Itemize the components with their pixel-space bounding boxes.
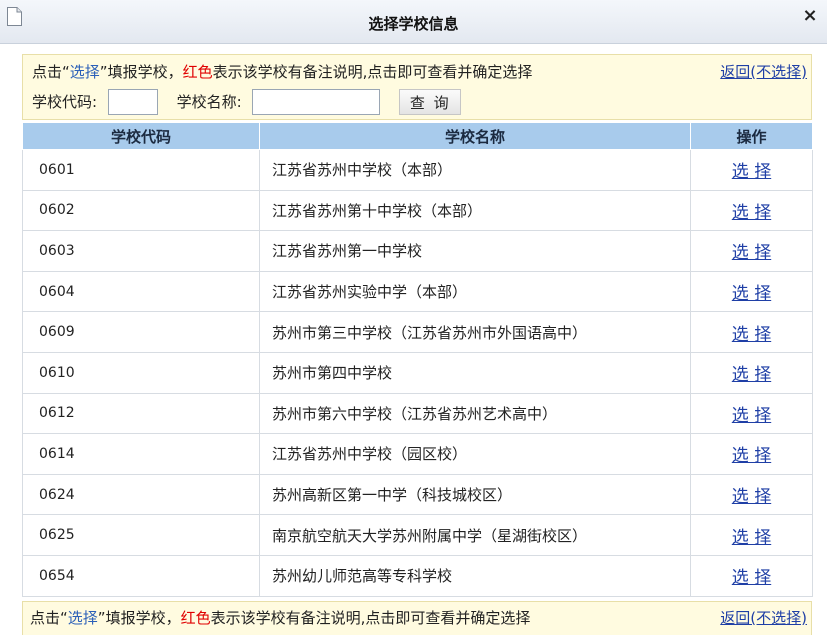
select-link[interactable]: 选 择 [732, 528, 771, 548]
table-row: 0625 南京航空航天大学苏州附属中学（星湖街校区） 选 择 [22, 514, 813, 556]
school-name-cell: 苏州幼儿师范高等专科学校 [259, 554, 691, 597]
table-row: 0601 江苏省苏州中学校（本部） 选 择 [22, 149, 813, 191]
select-link[interactable]: 选 择 [732, 487, 771, 507]
dialog-titlebar: 选择学校信息 × [0, 0, 827, 44]
school-code-cell: 0603 [22, 230, 260, 272]
notice-part: 点击“ [32, 63, 70, 81]
dialog-title: 选择学校信息 [368, 15, 459, 33]
select-link[interactable]: 选 择 [732, 284, 771, 304]
header-action: 操作 [690, 122, 813, 150]
close-icon[interactable]: × [801, 7, 819, 25]
notice-part: ”填报学校， [99, 63, 183, 81]
action-cell: 选 择 [690, 514, 813, 556]
action-cell: 选 择 [690, 392, 813, 435]
school-code-cell: 0625 [22, 514, 260, 556]
search-row: 学校代码: 学校名称: 查 询 [32, 89, 462, 115]
table-row: 0610 苏州市第四中学校 选 择 [22, 351, 813, 394]
school-code-cell: 0654 [22, 554, 260, 597]
notice-panel-bottom: 点击“选择”填报学校，红色表示该学校有备注说明,点击即可查看并确定选择 返回(不… [22, 601, 812, 635]
notice-choose-word: 选择 [67, 609, 98, 627]
school-code-cell: 0609 [22, 311, 260, 353]
header-school-code: 学校代码 [22, 122, 260, 150]
select-link[interactable]: 选 择 [732, 325, 771, 345]
select-link[interactable]: 选 择 [732, 568, 771, 588]
back-no-select-link[interactable]: 返回(不选择) [720, 607, 807, 628]
school-name-cell: 苏州市第六中学校（江苏省苏州艺术高中） [259, 392, 691, 435]
notice-part: 表示该学校有备注说明,点击即可查看并确定选择 [210, 609, 531, 627]
school-name-cell: 江苏省苏州第十中学校（本部） [259, 189, 691, 232]
school-code-cell: 0614 [22, 433, 260, 475]
action-cell: 选 择 [690, 311, 813, 353]
school-name-cell: 苏州高新区第一中学（科技城校区） [259, 473, 691, 516]
school-table: 学校代码 学校名称 操作 0601 江苏省苏州中学校（本部）选 择 0602 江苏省苏… [22, 122, 813, 597]
table-row: 0624 苏州高新区第一中学（科技城校区） 选 择 [22, 473, 813, 516]
select-link[interactable]: 选 择 [732, 162, 771, 182]
notice-panel-top: 点击“选择”填报学校，红色表示该学校有备注说明,点击即可查看并确定选择 返回(不… [22, 54, 812, 120]
table-row: 0614 江苏省苏州中学校（园区校） 选 择 [22, 433, 813, 475]
action-cell: 选 择 [690, 473, 813, 516]
action-cell: 选 择 [690, 230, 813, 272]
table-header-row: 学校代码 学校名称 操作 [22, 122, 813, 150]
school-name-cell: 江苏省苏州实验中学（本部） [259, 270, 691, 313]
notice-red-word: 红色 [182, 63, 213, 81]
dialog-body: 点击“选择”填报学校，红色表示该学校有备注说明,点击即可查看并确定选择 返回(不… [0, 44, 827, 635]
table-row: 0609 苏州市第三中学校（江苏省苏州市外国语高中） 选 择 [22, 311, 813, 353]
school-code-cell: 0601 [22, 149, 260, 191]
school-code-label: 学校代码: [32, 93, 98, 111]
header-school-name: 学校名称 [259, 122, 691, 150]
school-code-cell: 0602 [22, 189, 260, 232]
school-name-cell: 江苏省苏州中学校（园区校） [259, 433, 691, 475]
school-code-cell: 0612 [22, 392, 260, 435]
school-name-cell: 江苏省苏州第一中学校 [259, 230, 691, 272]
action-cell: 选 择 [690, 270, 813, 313]
select-link[interactable]: 选 择 [732, 365, 771, 385]
table-row: 0604 江苏省苏州实验中学（本部） 选 择 [22, 270, 813, 313]
school-name-label: 学校名称: [176, 93, 242, 111]
select-link[interactable]: 选 择 [732, 446, 771, 466]
table-row: 0654 苏州幼儿师范高等专科学校 选 择 [22, 554, 813, 597]
table-row: 0602 江苏省苏州第十中学校（本部） 选 择 [22, 189, 813, 232]
notice-part: 表示该学校有备注说明,点击即可查看并确定选择 [212, 63, 533, 81]
notice-part: 点击“ [30, 609, 68, 627]
school-code-cell: 0604 [22, 270, 260, 313]
table-row: 0612 苏州市第六中学校（江苏省苏州艺术高中） 选 择 [22, 392, 813, 435]
notice-text: 点击“选择”填报学校，红色表示该学校有备注说明,点击即可查看并确定选择 [32, 61, 532, 82]
notice-part: ”填报学校， [97, 609, 181, 627]
action-cell: 选 择 [690, 189, 813, 232]
query-button[interactable]: 查 询 [399, 89, 462, 115]
notice-red-word: 红色 [180, 609, 211, 627]
school-code-input[interactable] [107, 89, 158, 115]
school-name-input[interactable] [252, 89, 381, 115]
notice-text: 点击“选择”填报学校，红色表示该学校有备注说明,点击即可查看并确定选择 [30, 607, 530, 628]
action-cell: 选 择 [690, 554, 813, 597]
back-no-select-link[interactable]: 返回(不选择) [720, 61, 807, 82]
table-row: 0603 江苏省苏州第一中学校 选 择 [22, 230, 813, 272]
notice-choose-word: 选择 [69, 63, 100, 81]
action-cell: 选 择 [690, 433, 813, 475]
school-name-cell: 苏州市第四中学校 [259, 351, 691, 394]
school-name-cell: 江苏省苏州中学校（本部） [259, 149, 691, 191]
school-name-cell: 南京航空航天大学苏州附属中学（星湖街校区） [259, 514, 691, 556]
action-cell: 选 择 [690, 149, 813, 191]
action-cell: 选 择 [690, 351, 813, 394]
school-code-cell: 0624 [22, 473, 260, 516]
school-code-cell: 0610 [22, 351, 260, 394]
select-link[interactable]: 选 择 [732, 243, 771, 263]
school-name-cell: 苏州市第三中学校（江苏省苏州市外国语高中） [259, 311, 691, 353]
select-link[interactable]: 选 择 [732, 203, 771, 223]
select-link[interactable]: 选 择 [732, 406, 771, 426]
